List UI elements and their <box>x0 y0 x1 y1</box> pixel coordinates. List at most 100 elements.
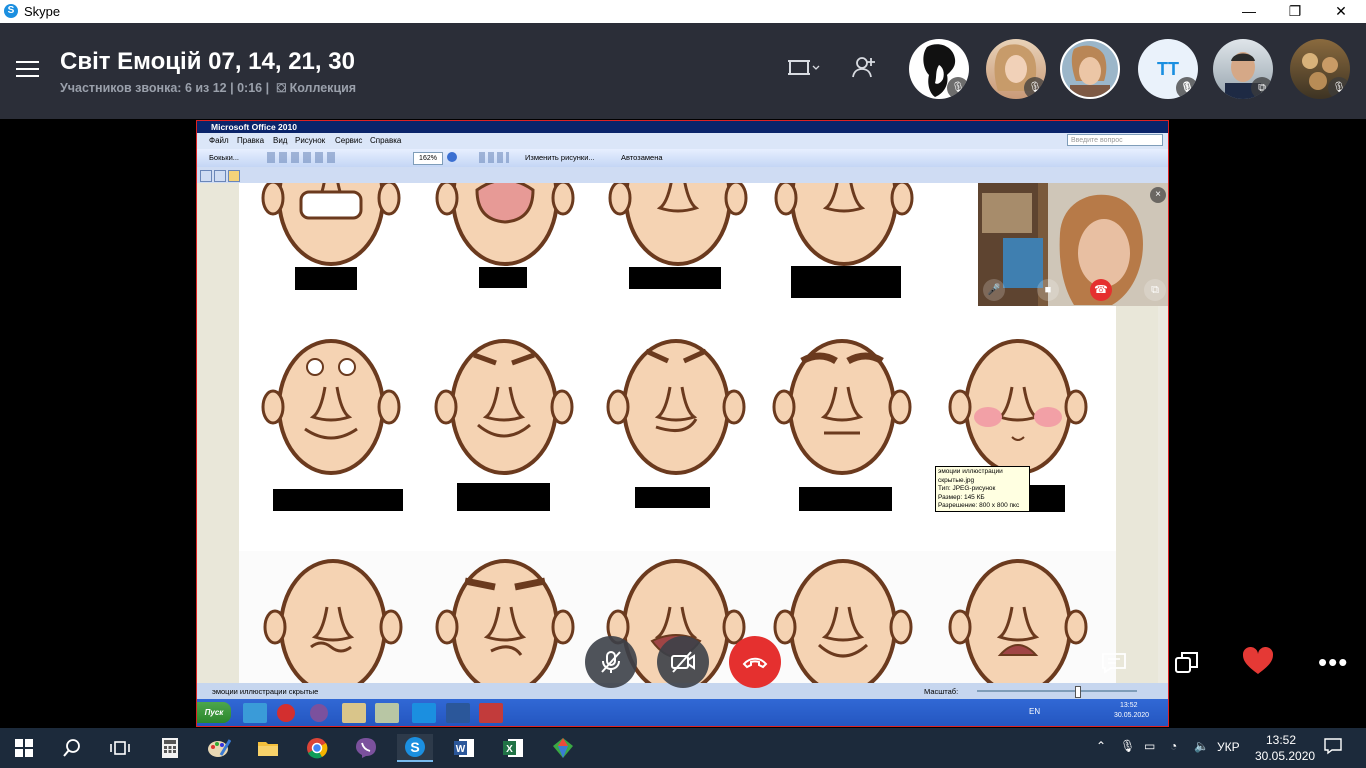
minimize-button[interactable]: — <box>1226 0 1272 23</box>
remote-language[interactable]: EN <box>1029 707 1040 716</box>
mute-mic-button[interactable] <box>585 636 637 688</box>
video-off-button[interactable] <box>657 636 709 688</box>
hamburger-menu-icon[interactable] <box>16 59 40 79</box>
task-view-icon[interactable] <box>102 734 138 762</box>
self-popout-icon[interactable]: ⧉ <box>1144 279 1166 301</box>
remote-skype-icon[interactable] <box>412 703 436 723</box>
self-end-call-icon[interactable]: ☎ <box>1090 279 1112 301</box>
glasses-button[interactable]: Бокьки... <box>209 153 239 162</box>
muted-mic-icon: 🎙 <box>1328 77 1350 99</box>
zoom-select[interactable]: 162% <box>413 152 443 165</box>
zoom-slider-thumb[interactable] <box>1075 686 1081 698</box>
language-indicator[interactable]: УКР <box>1217 740 1240 754</box>
excel-icon[interactable]: X <box>495 734 531 762</box>
remote-start-button[interactable]: Пуск <box>197 702 231 723</box>
muted-mic-icon: 🎙 <box>1024 77 1046 99</box>
remote-word-icon[interactable] <box>446 703 470 723</box>
zoom-slider[interactable] <box>977 690 1137 692</box>
remote-taskbar: Пуск EN 13:52 30.05.2020 <box>197 699 1168 726</box>
search-icon[interactable] <box>54 734 90 762</box>
help-icon[interactable] <box>447 152 457 162</box>
window-title: Skype <box>24 4 61 19</box>
window-title-bar: S Skype — ❐ ✕ <box>0 0 1366 23</box>
close-preview-icon[interactable]: × <box>1150 187 1166 203</box>
calculator-icon[interactable] <box>152 734 188 762</box>
collection-icon: ⛋ <box>276 81 287 95</box>
autocorrect-button[interactable]: Автозамена <box>621 153 663 162</box>
chrome-icon[interactable] <box>299 734 335 762</box>
remote-folder-icon[interactable] <box>342 703 366 723</box>
menu-tools[interactable]: Сервис <box>335 136 362 145</box>
notifications-icon[interactable] <box>1324 737 1342 758</box>
start-button-icon[interactable] <box>6 734 42 762</box>
office-menu-bar: Файл Правка Вид Рисунок Сервис Справка В… <box>197 133 1168 149</box>
tooltip-line: Разрешение: 800 x 800 пкс <box>938 502 1020 509</box>
add-participant-icon[interactable] <box>852 56 876 84</box>
word-icon[interactable]: W <box>446 734 482 762</box>
maximize-button[interactable]: ❐ <box>1272 0 1318 23</box>
avatar-initials: TT <box>1157 59 1179 79</box>
single-view-icon[interactable] <box>228 170 240 182</box>
toolbar-icons <box>267 152 337 163</box>
participant-avatar-5[interactable]: ⧉ <box>1213 39 1273 99</box>
screen-layout-icon[interactable] <box>787 57 821 85</box>
more-options-icon[interactable]: ••• <box>1318 649 1348 675</box>
participant-avatar-1[interactable]: 🎙 <box>909 39 969 99</box>
self-video-preview[interactable]: × 🎤 ■ ☎ ⧉ <box>978 183 1168 306</box>
call-header: Світ Емоцій 07, 14, 21, 30 Участников зв… <box>0 23 1366 119</box>
battery-icon[interactable]: ▭ <box>1144 739 1155 753</box>
end-call-button[interactable] <box>729 636 781 688</box>
microphone-tray-icon[interactable]: 🎙 <box>1120 739 1135 753</box>
remote-time: 13:52 <box>1120 702 1138 709</box>
close-button[interactable]: ✕ <box>1318 0 1364 23</box>
tooltip-line: Тип: JPEG-рисунок <box>938 485 996 492</box>
share-screen-icon[interactable] <box>1174 650 1200 679</box>
heart-reaction-icon[interactable] <box>1242 646 1274 680</box>
hang-up-icon <box>742 657 768 669</box>
edit-picture-button[interactable]: Изменить рисунки... <box>525 153 595 162</box>
remote-date: 30.05.2020 <box>1114 712 1150 719</box>
help-search-input[interactable]: Введите вопрос <box>1067 134 1163 146</box>
video-off-icon <box>671 651 695 673</box>
office-title: Microsoft Office 2010 <box>211 122 297 132</box>
file-explorer-icon[interactable] <box>250 734 286 762</box>
remote-opera-icon[interactable] <box>277 704 295 722</box>
viber-icon[interactable] <box>348 734 384 762</box>
remote-paint-icon[interactable] <box>375 703 399 723</box>
skype-logo-icon: S <box>4 4 18 18</box>
participant-avatar-6[interactable]: 🎙 <box>1290 39 1350 99</box>
menu-help[interactable]: Справка <box>370 136 401 145</box>
remote-picture-manager-icon[interactable] <box>479 703 503 723</box>
collection-link[interactable]: Коллекция <box>290 81 357 95</box>
volume-icon[interactable]: 🔈 <box>1194 739 1209 753</box>
show-hidden-icons-icon[interactable]: ⌃ <box>1096 739 1106 753</box>
thumbnail-view-icon[interactable] <box>200 170 212 182</box>
remote-viber-icon[interactable] <box>310 704 328 722</box>
menu-edit[interactable]: Правка <box>237 136 264 145</box>
chat-icon[interactable] <box>1101 652 1127 679</box>
clock-time[interactable]: 13:52 <box>1266 733 1296 747</box>
clock-date[interactable]: 30.05.2020 <box>1255 749 1315 763</box>
muted-mic-icon <box>601 651 621 673</box>
file-info-tooltip: эмоции иллюстрации скрытые.jpg Тип: JPEG… <box>935 466 1030 512</box>
svg-text:W: W <box>456 744 466 755</box>
remote-ie-icon[interactable] <box>243 703 267 723</box>
participant-avatar-2[interactable]: 🎙 <box>986 39 1046 99</box>
self-mic-icon[interactable]: 🎤 <box>983 279 1005 301</box>
office-toolbar: Бокьки... 162% Изменить рисунки... Автоз… <box>197 149 1168 167</box>
game-app-icon[interactable] <box>545 734 581 762</box>
skype-taskbar-icon[interactable]: S <box>397 734 433 762</box>
menu-file[interactable]: Файл <box>209 136 229 145</box>
wifi-icon[interactable]: ◔ <box>1170 739 1177 753</box>
participant-avatar-3[interactable] <box>1060 39 1120 99</box>
zoom-label: Масштаб: <box>924 687 959 696</box>
left-margin <box>197 183 239 683</box>
participant-avatar-tt[interactable]: TT 🎙 <box>1138 39 1198 99</box>
menu-picture[interactable]: Рисунок <box>295 136 325 145</box>
self-camera-icon[interactable]: ■ <box>1037 279 1059 301</box>
participants-info: Участников звонка: 6 из 12 | 0:16 | <box>60 81 270 95</box>
tooltip-line: Размер: 145 КБ <box>938 493 985 501</box>
paint-icon[interactable] <box>201 734 237 762</box>
filmstrip-view-icon[interactable] <box>214 170 226 182</box>
menu-view[interactable]: Вид <box>273 136 287 145</box>
